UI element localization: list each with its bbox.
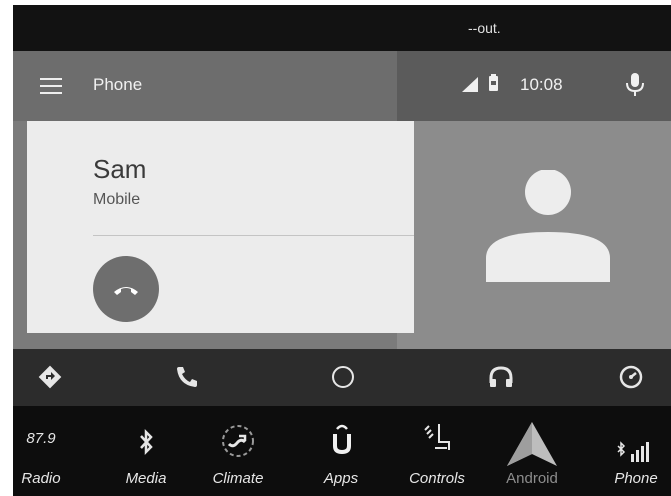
microphone-icon[interactable]	[625, 73, 645, 97]
hamburger-menu-icon[interactable]	[40, 78, 62, 94]
person-avatar-icon	[486, 169, 610, 282]
apps-icon	[333, 424, 351, 454]
contact-name: Sam	[93, 154, 147, 184]
call-card: Sam Mobile	[27, 121, 414, 333]
bottom-nav-bar	[13, 349, 671, 406]
dock-android[interactable]: Android	[497, 406, 567, 496]
phone-signal-icon	[617, 441, 649, 462]
contact-type: Mobile	[93, 191, 141, 208]
navigation-icon[interactable]	[36, 363, 64, 391]
dock-media[interactable]: Media	[113, 406, 179, 496]
seat-controls-icon	[424, 424, 450, 450]
dock-label-android: Android	[506, 470, 558, 487]
headphones-icon[interactable]	[487, 363, 515, 391]
phone-icon[interactable]	[173, 363, 201, 391]
dock-radio[interactable]: 87.9 Radio	[13, 406, 69, 496]
dock-label-media: Media	[125, 470, 167, 487]
status-text: --out.	[468, 20, 501, 36]
car-app-dock: 87.9 Radio Media Climate Apps Controls A…	[13, 406, 671, 496]
battery-icon	[489, 74, 498, 91]
phone-hangup-icon	[114, 287, 138, 295]
infotainment-screen: --out. Phone 10:08 Sam Mobile 87.9 Radio…	[13, 0, 671, 496]
climate-icon	[222, 425, 254, 457]
dock-phone[interactable]: Phone	[603, 406, 669, 496]
android-auto-icon	[507, 422, 557, 466]
system-status-bar: --out.	[13, 5, 671, 51]
divider	[93, 235, 414, 236]
app-bar: Phone	[13, 51, 397, 121]
home-circle-icon[interactable]	[329, 363, 357, 391]
dock-label-controls: Controls	[409, 470, 465, 487]
dock-label-radio: Radio	[21, 470, 61, 487]
dock-label-apps: Apps	[323, 470, 359, 487]
dock-apps[interactable]: Apps	[313, 406, 369, 496]
dock-climate[interactable]: Climate	[203, 406, 273, 496]
dock-label-phone: Phone	[614, 470, 658, 487]
dock-label-climate: Climate	[212, 470, 264, 487]
hangup-button[interactable]	[93, 256, 159, 322]
dock-controls[interactable]: Controls	[401, 406, 473, 496]
speedometer-icon[interactable]	[617, 363, 645, 391]
radio-frequency: 87.9	[26, 430, 56, 447]
signal-icon	[462, 77, 478, 92]
app-title: Phone	[93, 75, 143, 94]
status-area: 10:08	[397, 51, 671, 121]
clock: 10:08	[520, 75, 563, 94]
bluetooth-icon	[140, 428, 153, 456]
